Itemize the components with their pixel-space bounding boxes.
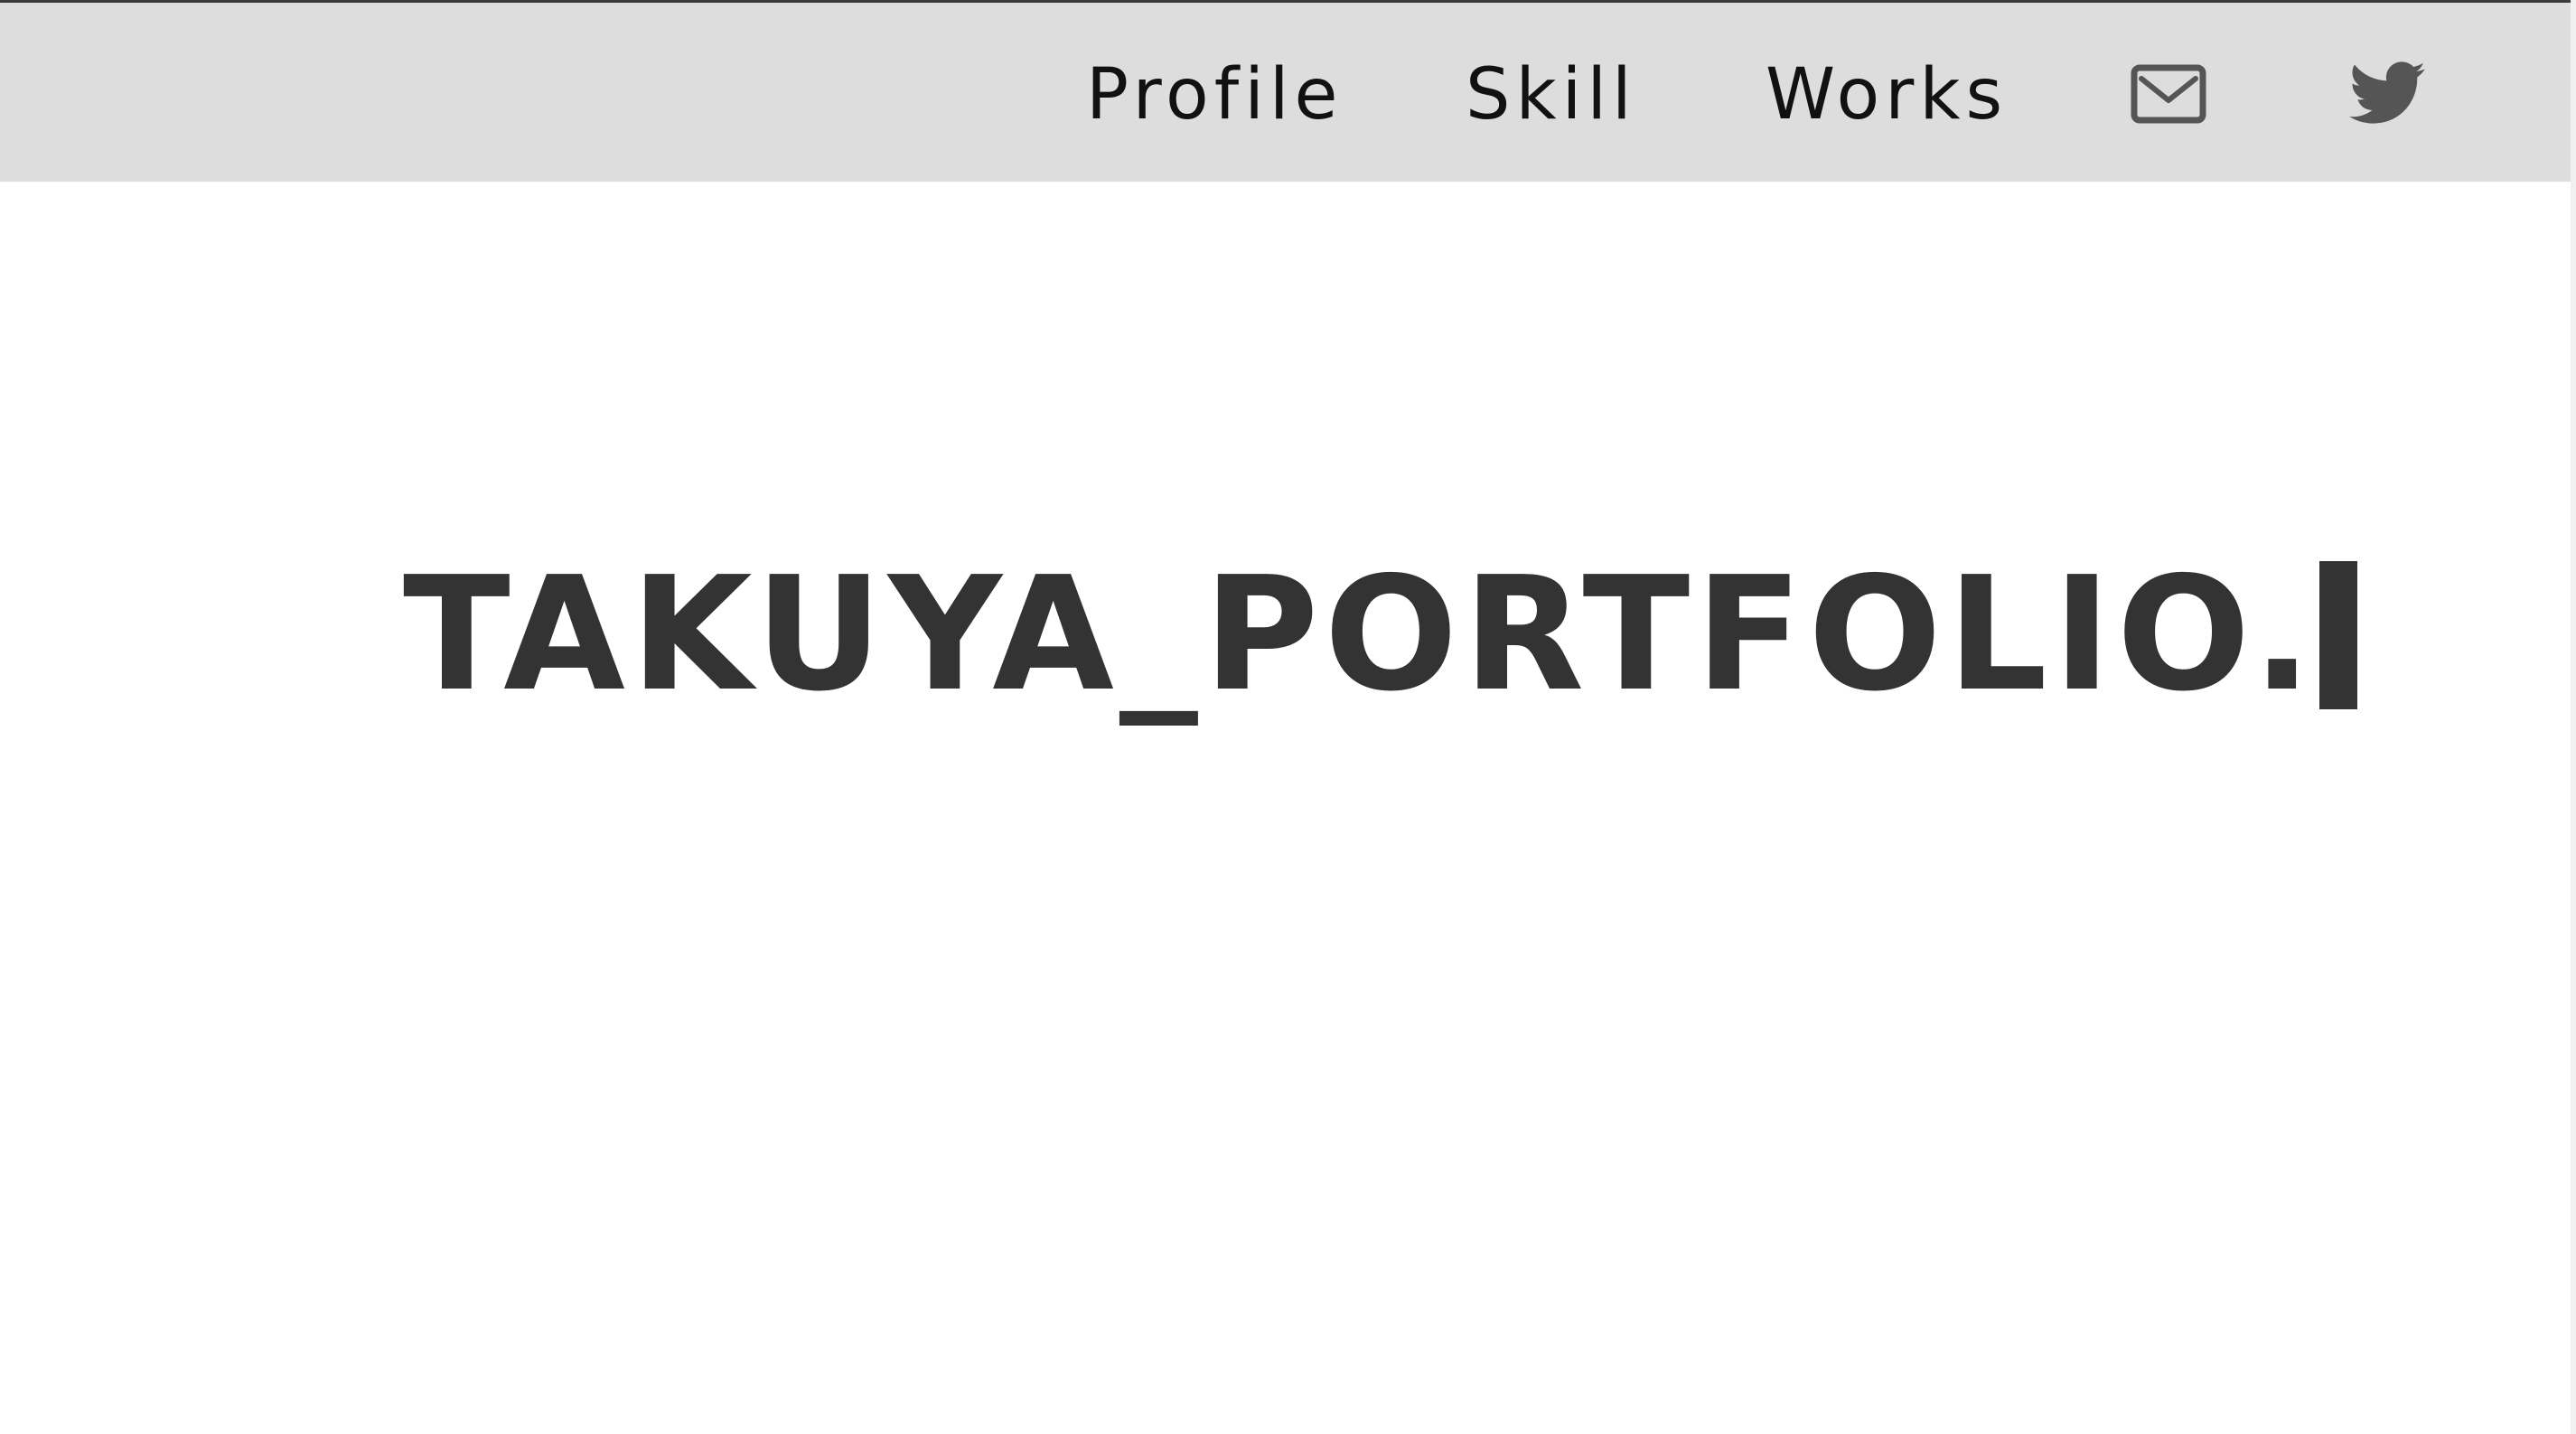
nav-link-works[interactable]: Works (1766, 53, 2008, 136)
scrollbar-track[interactable] (2571, 0, 2576, 1434)
mail-icon[interactable] (2131, 64, 2206, 124)
browser-viewport: Profile Skill Works TAKUYA_PORTFOLIO. (0, 0, 2576, 1434)
hero-title: TAKUYA_PORTFOLIO. (403, 543, 2318, 726)
hero: TAKUYA_PORTFOLIO. (403, 543, 2357, 726)
twitter-icon[interactable] (2349, 61, 2425, 126)
nav-link-skill[interactable]: Skill (1466, 53, 1637, 136)
typing-cursor (2318, 561, 2357, 709)
nav-link-profile[interactable]: Profile (1086, 53, 1344, 136)
navbar: Profile Skill Works (0, 3, 2571, 182)
